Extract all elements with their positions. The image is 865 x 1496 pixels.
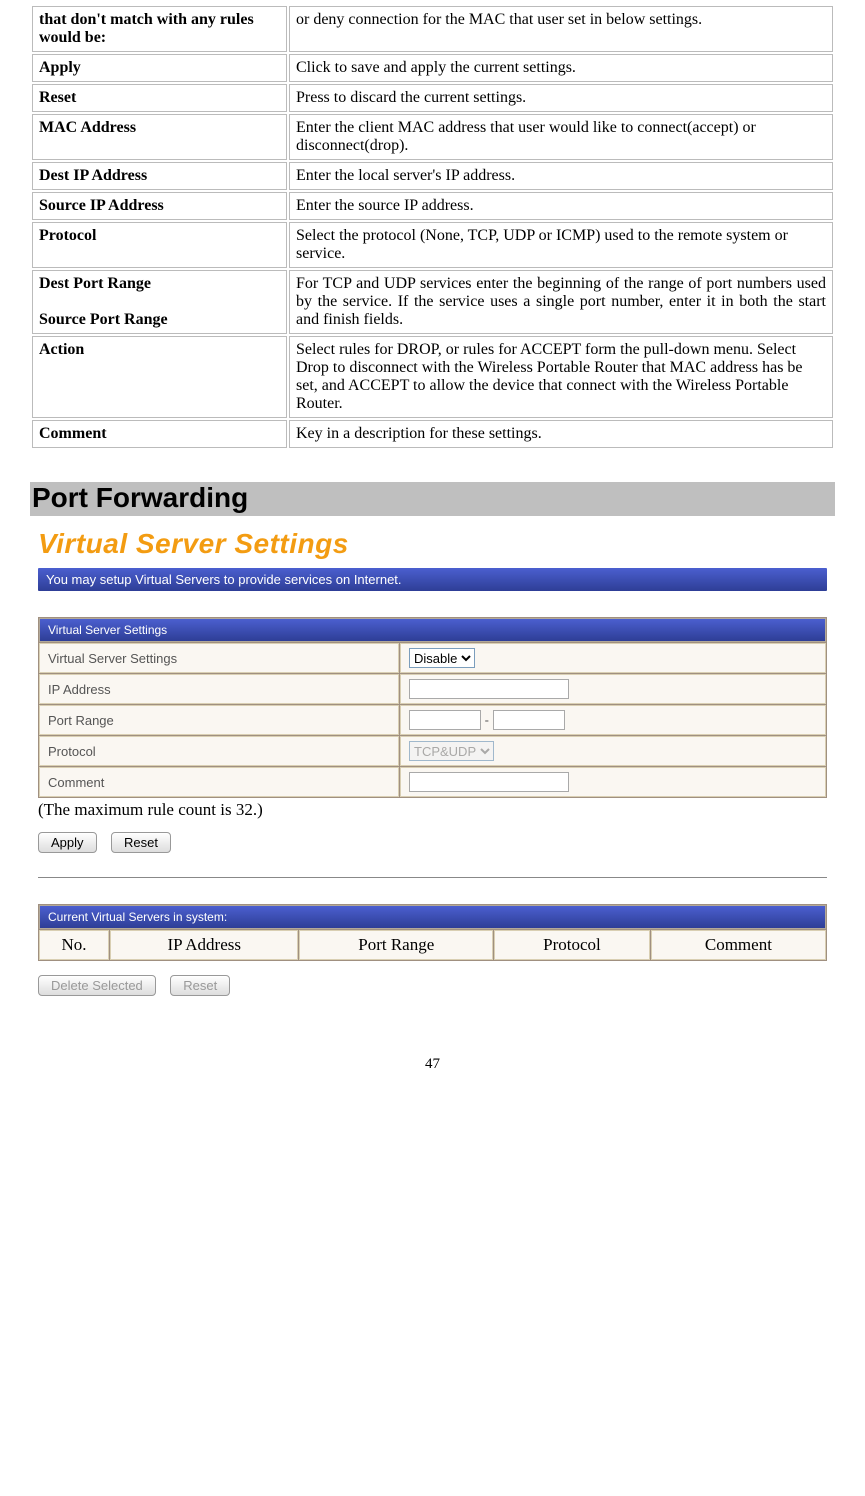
separator	[38, 877, 827, 878]
param-desc: or deny connection for the MAC that user…	[289, 6, 833, 52]
vss-select[interactable]: Disable	[409, 648, 475, 668]
param-label: Reset	[32, 84, 287, 112]
ip-input[interactable]	[409, 679, 569, 699]
virtual-server-form: Virtual Server Settings Virtual Server S…	[38, 617, 827, 798]
proto-select: TCP&UDP	[409, 741, 494, 761]
comment-label: Comment	[39, 767, 399, 797]
col-no: No.	[39, 930, 109, 960]
port-dash: -	[485, 713, 489, 728]
comment-cell	[400, 767, 826, 797]
comment-input[interactable]	[409, 772, 569, 792]
virtual-server-panel: Virtual Server Settings You may setup Vi…	[30, 522, 835, 1032]
reset-button[interactable]: Reset	[111, 832, 171, 853]
param-label: Apply	[32, 54, 287, 82]
table-row: MAC Address Enter the client MAC address…	[32, 114, 833, 160]
info-bar: You may setup Virtual Servers to provide…	[38, 568, 827, 591]
delete-reset-row: Delete Selected Reset	[38, 975, 827, 996]
apply-button[interactable]: Apply	[38, 832, 97, 853]
param-desc: Key in a description for these settings.	[289, 420, 833, 448]
col-port: Port Range	[299, 930, 493, 960]
port-start-input[interactable]	[409, 710, 481, 730]
table-row: Reset Press to discard the current setti…	[32, 84, 833, 112]
col-ip: IP Address	[110, 930, 298, 960]
param-label: Dest Port Range Source Port Range	[32, 270, 287, 334]
ip-cell	[400, 674, 826, 704]
port-forwarding-heading: Port Forwarding	[30, 482, 835, 516]
proto-label: Protocol	[39, 736, 399, 766]
table-row: Action Select rules for DROP, or rules f…	[32, 336, 833, 418]
current-header: Current Virtual Servers in system:	[39, 905, 826, 929]
vss-label: Virtual Server Settings	[39, 643, 399, 673]
param-label: Protocol	[32, 222, 287, 268]
table-row: Apply Click to save and apply the curren…	[32, 54, 833, 82]
param-desc: Select the protocol (None, TCP, UDP or I…	[289, 222, 833, 268]
col-comment: Comment	[651, 930, 826, 960]
param-desc: Enter the local server's IP address.	[289, 162, 833, 190]
param-desc: For TCP and UDP services enter the begin…	[289, 270, 833, 334]
table-row: Dest IP Address Enter the local server's…	[32, 162, 833, 190]
param-desc: Press to discard the current settings.	[289, 84, 833, 112]
param-label: Dest IP Address	[32, 162, 287, 190]
max-rule-note: (The maximum rule count is 32.)	[38, 800, 827, 820]
port-end-input[interactable]	[493, 710, 565, 730]
col-proto: Protocol	[494, 930, 650, 960]
table-row: Source IP Address Enter the source IP ad…	[32, 192, 833, 220]
vss-cell: Disable	[400, 643, 826, 673]
table-row: Comment Key in a description for these s…	[32, 420, 833, 448]
form-header: Virtual Server Settings	[39, 618, 826, 642]
virtual-server-title: Virtual Server Settings	[38, 528, 827, 560]
parameter-table: that don't match with any rules would be…	[30, 4, 835, 450]
table-row: that don't match with any rules would be…	[32, 6, 833, 52]
param-desc: Select rules for DROP, or rules for ACCE…	[289, 336, 833, 418]
param-desc: Enter the client MAC address that user w…	[289, 114, 833, 160]
param-label: Action	[32, 336, 287, 418]
param-label: MAC Address	[32, 114, 287, 160]
page-number: 47	[30, 1056, 835, 1073]
table-row: Dest Port Range Source Port Range For TC…	[32, 270, 833, 334]
param-label: that don't match with any rules would be…	[32, 6, 287, 52]
ip-label: IP Address	[39, 674, 399, 704]
apply-reset-row: Apply Reset	[38, 832, 827, 853]
param-desc: Enter the source IP address.	[289, 192, 833, 220]
delete-selected-button: Delete Selected	[38, 975, 156, 996]
current-servers-table: Current Virtual Servers in system: No. I…	[38, 904, 827, 961]
port-cell: -	[400, 705, 826, 735]
proto-cell: TCP&UDP	[400, 736, 826, 766]
param-label: Comment	[32, 420, 287, 448]
param-label: Source IP Address	[32, 192, 287, 220]
param-desc: Click to save and apply the current sett…	[289, 54, 833, 82]
table-row: Protocol Select the protocol (None, TCP,…	[32, 222, 833, 268]
port-label: Port Range	[39, 705, 399, 735]
reset2-button: Reset	[170, 975, 230, 996]
